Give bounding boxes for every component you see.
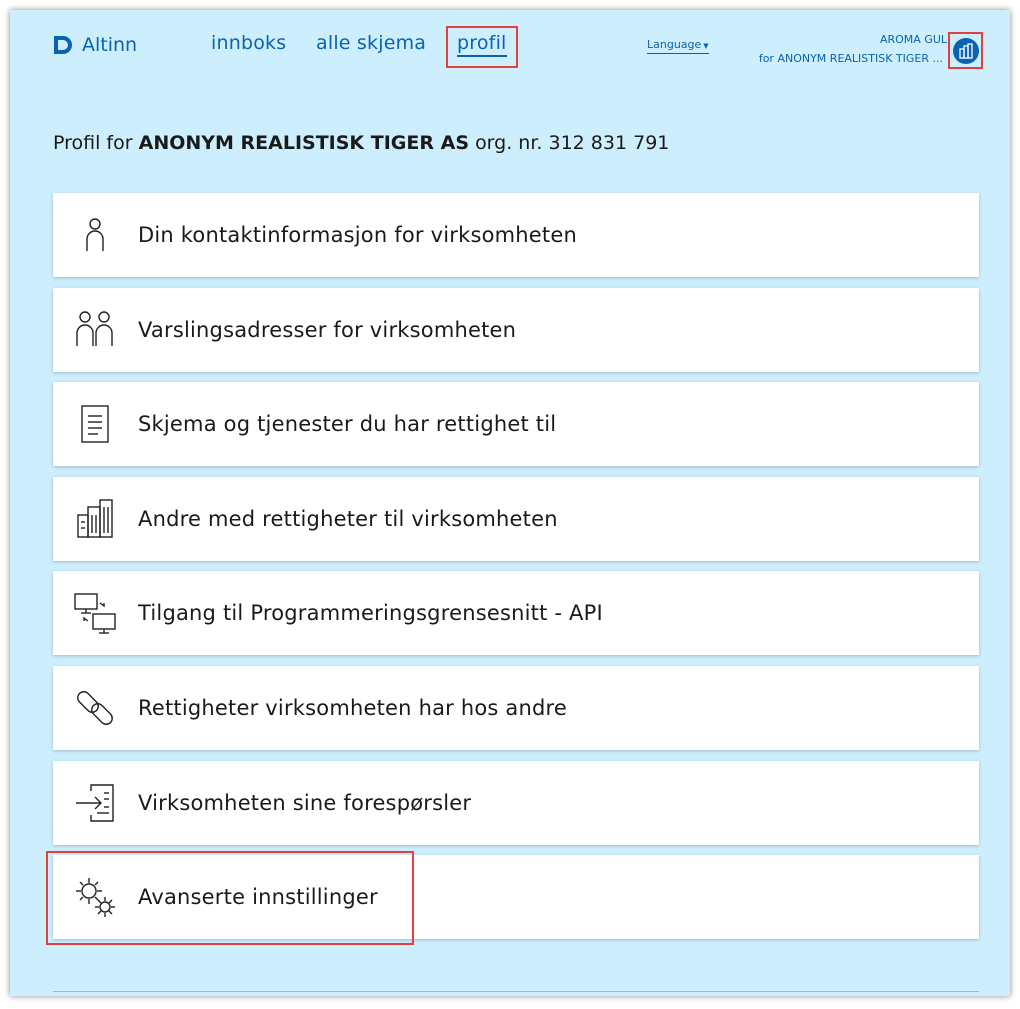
menu-item-label: Rettigheter virksomheten har hos andre (138, 695, 568, 720)
building-icon (73, 497, 117, 541)
altinn-logo-icon (54, 36, 72, 54)
menu-item-label: Avanserte innstillinger (138, 885, 378, 910)
caret-down-icon: ▼ (703, 42, 709, 50)
link-icon (73, 686, 117, 730)
menu-item-api-tilgang[interactable]: Tilgang til Programmeringsgrensesnitt - … (53, 571, 979, 656)
logo-text: Altinn (82, 34, 138, 56)
computers-icon (73, 591, 117, 635)
language-selector[interactable]: Language ▼ (647, 38, 709, 54)
page-title: Profil for ANONYM REALISTISK TIGER AS or… (53, 132, 669, 154)
menu-item-label: Virksomheten sine forespørsler (138, 790, 472, 815)
user-org[interactable]: for ANONYM REALISTISK TIGER ... (759, 52, 943, 65)
user-name[interactable]: AROMA GUL (880, 33, 947, 46)
menu-item-avanserte-innstillinger[interactable]: Avanserte innstillinger (53, 855, 979, 940)
menu-item-andre-med-rettigheter[interactable]: Andre med rettigheter til virksomheten (53, 476, 979, 561)
gears-icon (73, 875, 117, 919)
menu-item-forespoersler[interactable]: Virksomheten sine forespørsler (53, 760, 979, 845)
people-icon (73, 308, 117, 352)
menu-item-varslingsadresser[interactable]: Varslingsadresser for virksomheten (53, 287, 979, 372)
menu-item-kontaktinformasjon[interactable]: Din kontaktinformasjon for virksomheten (53, 193, 979, 277)
nav-profil[interactable]: profil (457, 32, 507, 57)
request-icon (73, 781, 117, 825)
profile-org-number: org. nr. 312 831 791 (475, 132, 670, 154)
menu-item-skjema-tjenester[interactable]: Skjema og tjenester du har rettighet til (53, 382, 979, 467)
menu-item-label: Andre med rettigheter til virksomheten (138, 506, 558, 531)
nav-alle-skjema[interactable]: alle skjema (316, 32, 426, 54)
nav-innboks[interactable]: innboks (211, 32, 286, 54)
language-label: Language (647, 38, 702, 51)
person-icon (73, 213, 117, 257)
altinn-logo[interactable]: Altinn (52, 32, 137, 58)
profile-prefix: Profil for (53, 132, 133, 154)
profile-org-name: ANONYM REALISTISK TIGER AS (138, 132, 470, 154)
menu-item-label: Din kontaktinformasjon for virksomheten (138, 223, 577, 247)
menu-item-label: Tilgang til Programmeringsgrensesnitt - … (138, 601, 603, 626)
profile-menu: Din kontaktinformasjon for virksomheten … (53, 193, 979, 950)
menu-item-rettigheter-hos-andre[interactable]: Rettigheter virksomheten har hos andre (53, 665, 979, 750)
menu-item-label: Varslingsadresser for virksomheten (138, 317, 517, 342)
menu-item-label: Skjema og tjenester du har rettighet til (138, 412, 557, 437)
document-icon (73, 402, 117, 446)
footer-divider (53, 991, 979, 992)
page-frame: Altinn innboks alle skjema profil Langua… (10, 10, 1010, 996)
building-avatar-icon (959, 43, 973, 59)
organization-avatar[interactable] (953, 38, 979, 64)
